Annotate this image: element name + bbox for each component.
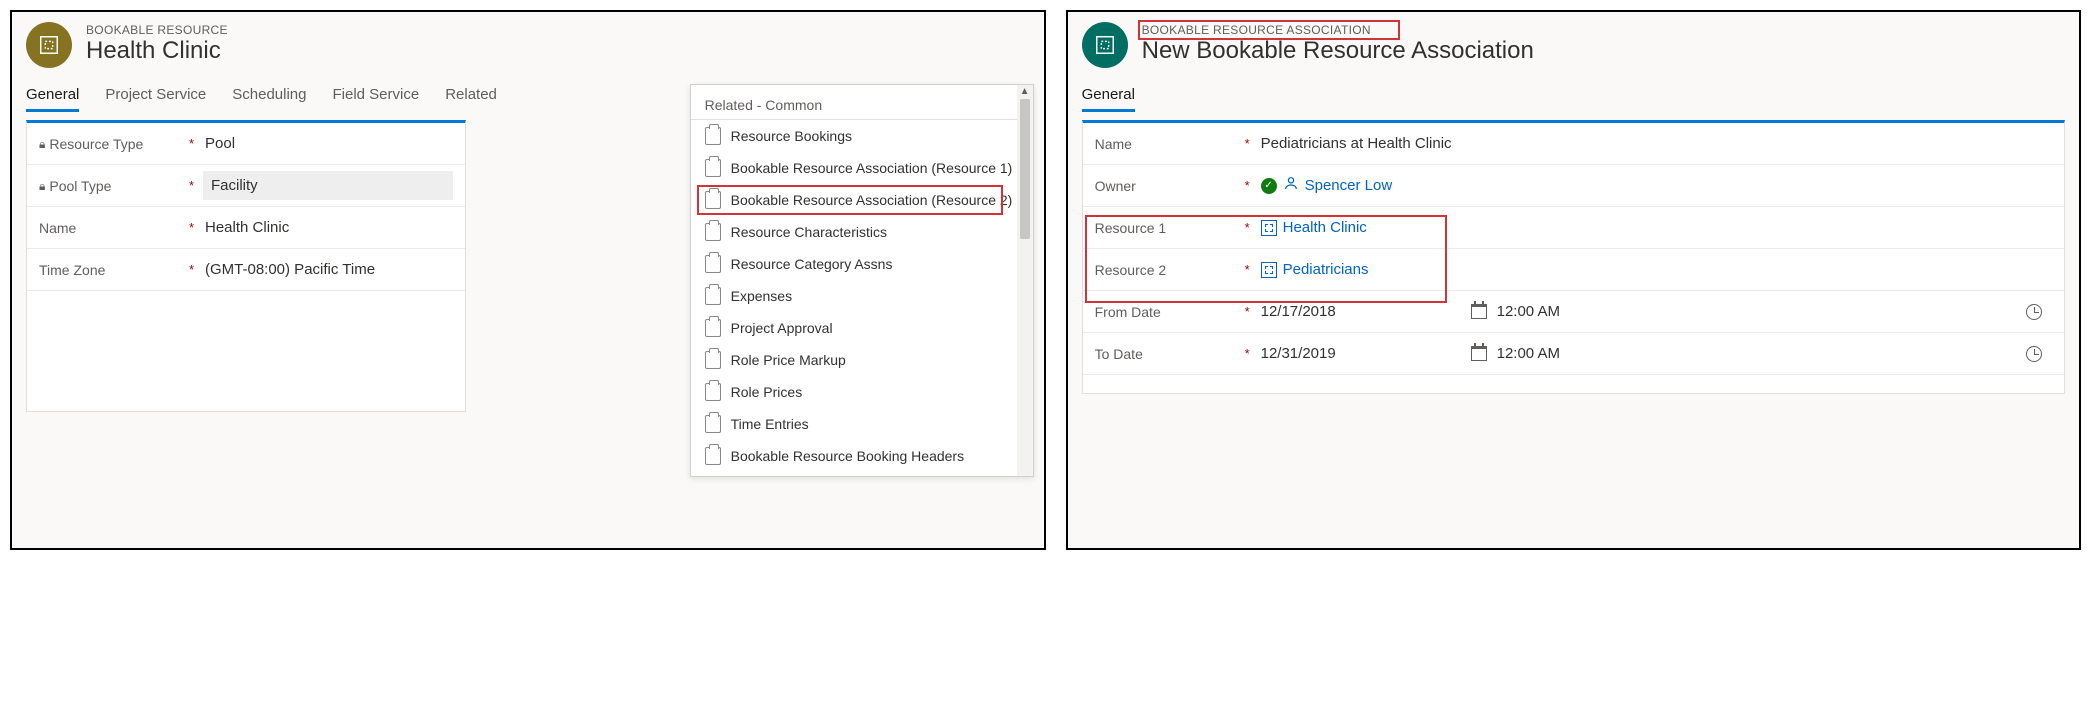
clipboard-icon bbox=[705, 447, 721, 465]
related-item-booking-headers[interactable]: Bookable Resource Booking Headers bbox=[691, 440, 1033, 472]
value-name: Health Clinic bbox=[205, 219, 453, 236]
lock-icon bbox=[39, 135, 45, 152]
value-to-date: 12/31/2019 12:00 AM bbox=[1261, 345, 2052, 362]
field-name[interactable]: Name * Health Clinic bbox=[27, 207, 465, 249]
clipboard-icon bbox=[705, 223, 721, 241]
form-header: BOOKABLE RESOURCE ASSOCIATION New Bookab… bbox=[1068, 12, 2079, 74]
entity-icon bbox=[1082, 22, 1128, 68]
tab-general[interactable]: General bbox=[26, 82, 79, 111]
field-name[interactable]: Name * Pediatricians at Health Clinic bbox=[1083, 123, 2064, 165]
clipboard-icon bbox=[705, 383, 721, 401]
field-owner[interactable]: Owner * ✓ Spencer Low bbox=[1083, 165, 2064, 207]
scrollbar[interactable]: ▲ bbox=[1017, 85, 1033, 476]
value-resource-1[interactable]: Health Clinic bbox=[1261, 219, 2052, 236]
field-resource-2[interactable]: Resource 2 * Pediatricians bbox=[1083, 249, 2064, 291]
spacer bbox=[1083, 375, 2064, 393]
field-pool-type[interactable]: Pool Type * Facility bbox=[27, 165, 465, 207]
calendar-icon[interactable] bbox=[1471, 304, 1487, 319]
value-from-date: 12/17/2018 12:00 AM bbox=[1261, 303, 2052, 320]
right-form-panel: BOOKABLE RESOURCE ASSOCIATION New Bookab… bbox=[1066, 10, 2081, 550]
related-item-expenses[interactable]: Expenses bbox=[691, 280, 1033, 312]
value-pool-type: Facility bbox=[203, 171, 453, 200]
field-time-zone[interactable]: Time Zone * (GMT-08:00) Pacific Time bbox=[27, 249, 465, 291]
left-form-panel: BOOKABLE RESOURCE Health Clinic General … bbox=[10, 10, 1046, 550]
clipboard-icon bbox=[705, 319, 721, 337]
entity-type-label: BOOKABLE RESOURCE ASSOCIATION bbox=[1142, 24, 1534, 37]
tab-bar: General bbox=[1068, 74, 2079, 112]
entity-icon bbox=[26, 22, 72, 68]
label-pool-type: Pool Type bbox=[49, 178, 111, 194]
clipboard-icon bbox=[705, 127, 721, 145]
entity-title: New Bookable Resource Association bbox=[1142, 37, 1534, 66]
field-to-date[interactable]: To Date * 12/31/2019 12:00 AM bbox=[1083, 333, 2064, 375]
calendar-icon[interactable] bbox=[1471, 346, 1487, 361]
clipboard-icon bbox=[705, 351, 721, 369]
lock-icon bbox=[39, 177, 45, 194]
verified-icon: ✓ bbox=[1261, 178, 1277, 194]
related-item-time-entries[interactable]: Time Entries bbox=[691, 408, 1033, 440]
tab-project-service[interactable]: Project Service bbox=[105, 82, 206, 111]
label-time-zone: Time Zone bbox=[39, 262, 189, 278]
related-header: Related - Common bbox=[691, 85, 1033, 120]
clipboard-icon bbox=[705, 191, 721, 209]
related-item-role-prices[interactable]: Role Prices bbox=[691, 376, 1033, 408]
related-item-bra-2[interactable]: Bookable Resource Association (Resource … bbox=[691, 184, 1033, 216]
form-header: BOOKABLE RESOURCE Health Clinic bbox=[12, 12, 1044, 74]
tab-related[interactable]: Related bbox=[445, 82, 497, 111]
tab-field-service[interactable]: Field Service bbox=[332, 82, 419, 111]
entity-title: Health Clinic bbox=[86, 37, 228, 66]
resource-icon bbox=[1261, 262, 1277, 278]
label-owner: Owner bbox=[1095, 178, 1245, 194]
field-from-date[interactable]: From Date * 12/17/2018 12:00 AM bbox=[1083, 291, 2064, 333]
scroll-up-icon[interactable]: ▲ bbox=[1020, 85, 1030, 98]
label-resource-2: Resource 2 bbox=[1095, 262, 1245, 278]
label-name: Name bbox=[39, 220, 189, 236]
related-item-role-price-markup[interactable]: Role Price Markup bbox=[691, 344, 1033, 376]
attribute-card: Name * Pediatricians at Health Clinic Ow… bbox=[1082, 120, 2065, 394]
clipboard-icon bbox=[705, 415, 721, 433]
value-time-zone: (GMT-08:00) Pacific Time bbox=[205, 261, 453, 278]
clipboard-icon bbox=[705, 255, 721, 273]
label-to-date: To Date bbox=[1095, 346, 1245, 362]
clipboard-icon bbox=[705, 159, 721, 177]
field-resource-1[interactable]: Resource 1 * Health Clinic bbox=[1083, 207, 2064, 249]
value-owner[interactable]: ✓ Spencer Low bbox=[1261, 175, 2052, 196]
tab-general[interactable]: General bbox=[1082, 82, 1135, 111]
value-resource-2[interactable]: Pediatricians bbox=[1261, 261, 2052, 278]
label-resource-type: Resource Type bbox=[49, 136, 143, 152]
entity-type-label: BOOKABLE RESOURCE bbox=[86, 24, 228, 37]
person-icon bbox=[1283, 175, 1299, 196]
related-dropdown: ▲ Related - Common Resource Bookings Boo… bbox=[690, 84, 1034, 477]
related-item-bra-1[interactable]: Bookable Resource Association (Resource … bbox=[691, 152, 1033, 184]
clipboard-icon bbox=[705, 287, 721, 305]
label-from-date: From Date bbox=[1095, 304, 1245, 320]
related-item-characteristics[interactable]: Resource Characteristics bbox=[691, 216, 1033, 248]
field-resource-type[interactable]: Resource Type * Pool bbox=[27, 123, 465, 165]
value-name: Pediatricians at Health Clinic bbox=[1261, 135, 2052, 152]
attribute-card: Resource Type * Pool Pool Type * Facilit… bbox=[26, 120, 466, 412]
scroll-thumb[interactable] bbox=[1020, 99, 1030, 239]
label-resource-1: Resource 1 bbox=[1095, 220, 1245, 236]
clock-icon[interactable] bbox=[2026, 346, 2042, 362]
related-item-resource-bookings[interactable]: Resource Bookings bbox=[691, 120, 1033, 152]
resource-icon bbox=[1261, 220, 1277, 236]
clock-icon[interactable] bbox=[2026, 304, 2042, 320]
related-item-category-assns[interactable]: Resource Category Assns bbox=[691, 248, 1033, 280]
value-resource-type: Pool bbox=[205, 135, 453, 152]
related-item-project-approval[interactable]: Project Approval bbox=[691, 312, 1033, 344]
label-name: Name bbox=[1095, 136, 1245, 152]
empty-space bbox=[27, 291, 465, 411]
tab-scheduling[interactable]: Scheduling bbox=[232, 82, 306, 111]
